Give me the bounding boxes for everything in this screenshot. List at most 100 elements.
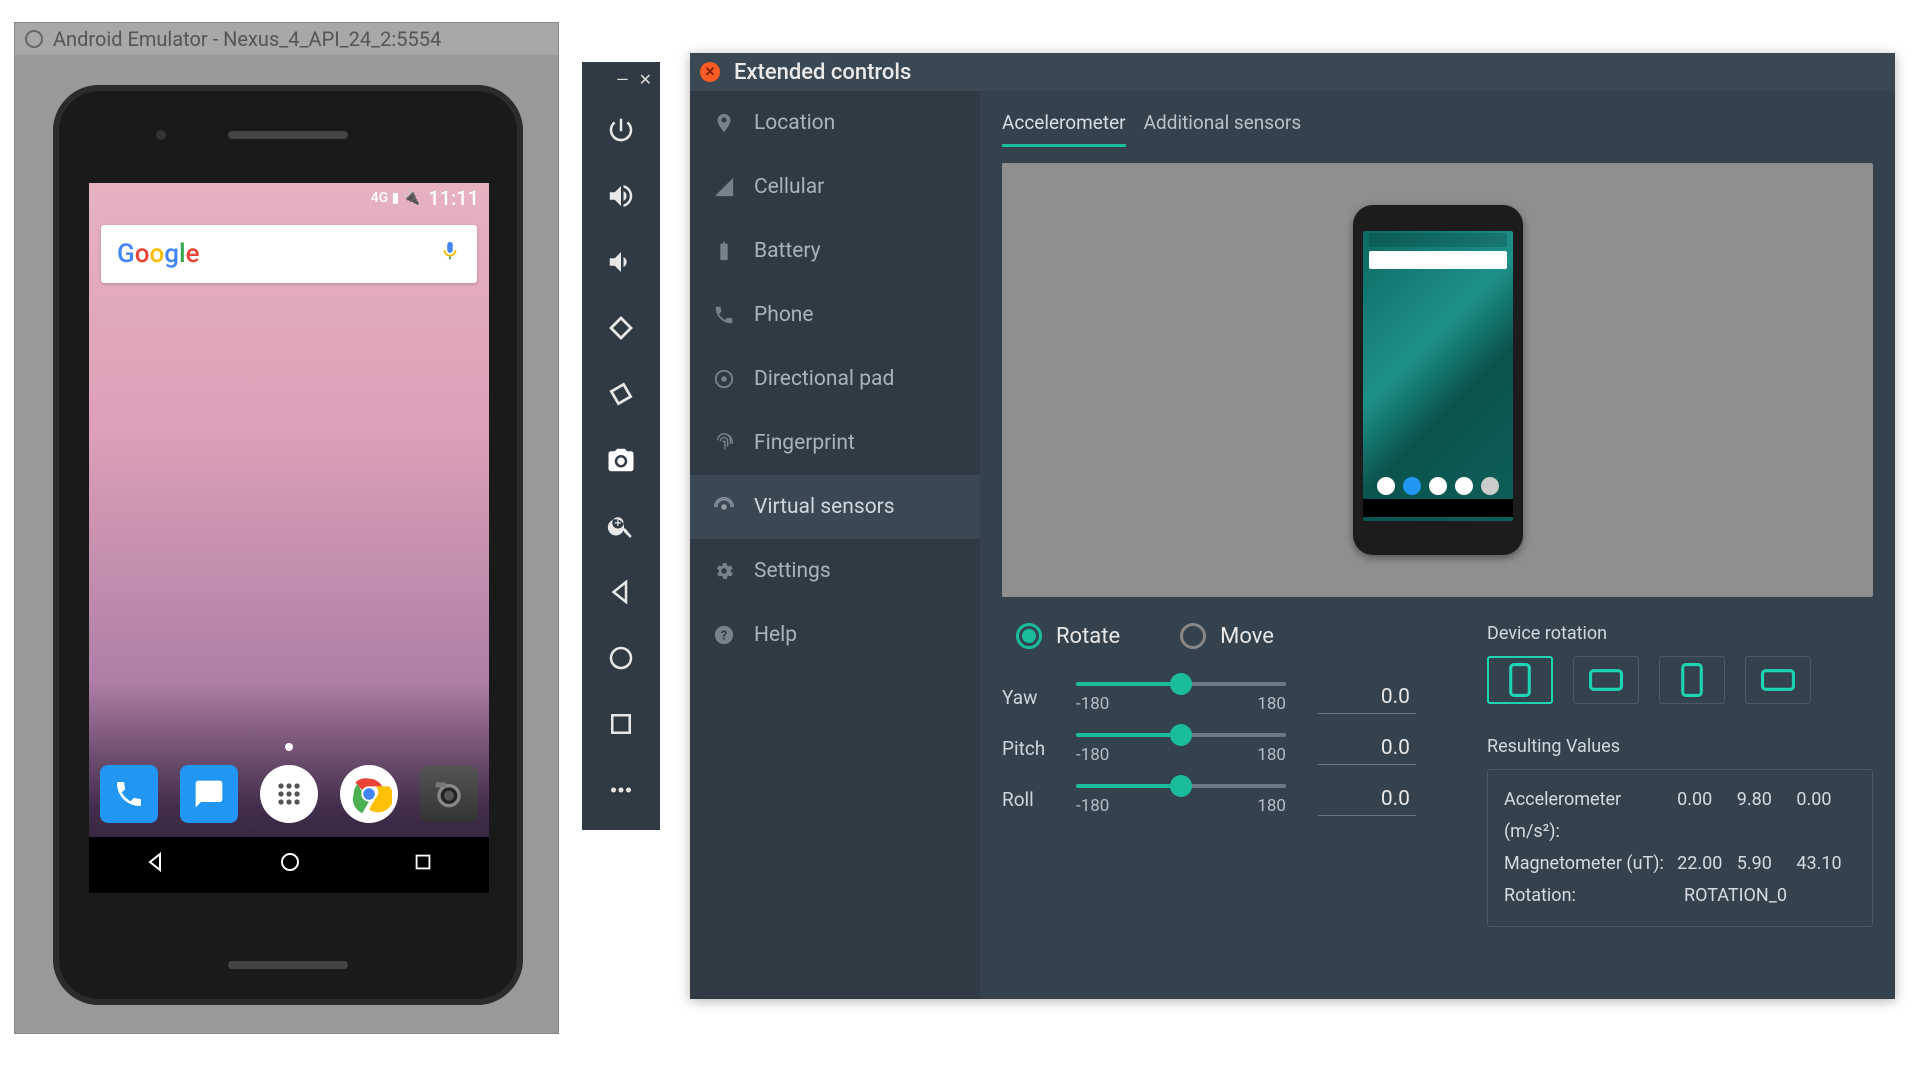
phone-screen[interactable]: 4G ▮ 🔌 11:11 Google	[89, 183, 489, 893]
sidebar-label: Phone	[754, 303, 814, 327]
sidebar-label: Directional pad	[754, 367, 894, 391]
sidebar-item-location[interactable]: Location	[690, 91, 980, 155]
screenshot-button[interactable]	[582, 427, 660, 493]
rotation-portrait-button[interactable]	[1487, 656, 1553, 704]
android-dock	[89, 765, 489, 823]
dpad-icon	[712, 367, 736, 391]
nav-recents-button[interactable]	[412, 851, 434, 879]
sidebar-item-dpad[interactable]: Directional pad	[690, 347, 980, 411]
emulator-titlebar[interactable]: Android Emulator - Nexus_4_API_24_2:5554	[15, 23, 558, 55]
sidebar-item-settings[interactable]: Settings	[690, 539, 980, 603]
minimize-button[interactable]: —	[616, 70, 629, 89]
cellular-icon	[712, 175, 736, 199]
phone-earpiece	[228, 131, 348, 139]
nav-back-button[interactable]	[144, 850, 168, 880]
pitch-slider-thumb[interactable]	[1170, 724, 1192, 746]
pitch-slider[interactable]	[1076, 733, 1286, 737]
phone-frame: 4G ▮ 🔌 11:11 Google	[53, 85, 523, 1005]
location-icon	[712, 111, 736, 135]
resulting-values-label: Resulting Values	[1487, 736, 1873, 757]
volume-up-button[interactable]	[582, 163, 660, 229]
zoom-button[interactable]	[582, 493, 660, 559]
roll-slider-thumb[interactable]	[1170, 775, 1192, 797]
yaw-slider-thumb[interactable]	[1170, 673, 1192, 695]
panel-sidebar: Location Cellular Battery Phone Directio…	[690, 91, 980, 999]
rotation-portrait-flipped-button[interactable]	[1659, 656, 1725, 704]
rotate-right-button[interactable]	[582, 361, 660, 427]
panel-title: Extended controls	[734, 60, 911, 85]
sidebar-item-help[interactable]: ? Help	[690, 603, 980, 667]
panel-close-button[interactable]: ✕	[700, 62, 720, 82]
google-logo: Google	[117, 239, 200, 269]
sensors-icon	[712, 495, 736, 519]
preview-phone-screen	[1363, 231, 1513, 521]
phone-speaker	[228, 961, 348, 969]
device-rotation-section: Device rotation Resulting Values Acceler…	[1487, 623, 1873, 927]
panel-main: Accelerometer Additional sensors Rotat	[980, 91, 1895, 999]
sidebar-label: Location	[754, 111, 835, 135]
volume-down-button[interactable]	[582, 229, 660, 295]
roll-slider[interactable]	[1076, 784, 1286, 788]
sidebar-label: Battery	[754, 239, 821, 263]
sensor-tabs: Accelerometer Additional sensors	[1002, 111, 1873, 147]
rotation-landscape-right-button[interactable]	[1745, 656, 1811, 704]
sidebar-item-phone[interactable]: Phone	[690, 283, 980, 347]
pitch-value-input[interactable]: 0.0	[1318, 732, 1416, 765]
gear-icon	[712, 559, 736, 583]
sidebar-label: Fingerprint	[754, 431, 855, 455]
sidebar-item-cellular[interactable]: Cellular	[690, 155, 980, 219]
emulator-window: Android Emulator - Nexus_4_API_24_2:5554…	[14, 22, 559, 1034]
svg-text:?: ?	[721, 629, 727, 644]
window-icon	[25, 30, 43, 48]
roll-slider-row: Roll -180180 0.0	[1002, 783, 1447, 816]
panel-titlebar[interactable]: ✕ Extended controls	[690, 53, 1895, 91]
sidebar-label: Cellular	[754, 175, 824, 199]
preview-phone[interactable]	[1353, 205, 1523, 555]
fingerprint-icon	[712, 431, 736, 455]
phone-icon	[712, 303, 736, 327]
sidebar-item-virtual-sensors[interactable]: Virtual sensors	[690, 475, 980, 539]
rotation-landscape-left-button[interactable]	[1573, 656, 1639, 704]
rotate-left-button[interactable]	[582, 295, 660, 361]
help-icon: ?	[712, 623, 736, 647]
close-button[interactable]: ✕	[639, 70, 652, 89]
camera-app-icon[interactable]	[420, 765, 478, 823]
yaw-value-input[interactable]: 0.0	[1318, 681, 1416, 714]
android-status-bar[interactable]: 4G ▮ 🔌 11:11	[89, 183, 489, 213]
messages-app-icon[interactable]	[180, 765, 238, 823]
tab-accelerometer[interactable]: Accelerometer	[1002, 111, 1126, 147]
more-button[interactable]	[582, 757, 660, 823]
sidebar-label: Settings	[754, 559, 831, 583]
chrome-app-icon[interactable]	[340, 765, 398, 823]
back-button[interactable]	[582, 559, 660, 625]
yaw-slider-row: Yaw -180180 0.0	[1002, 681, 1447, 714]
mic-icon[interactable]	[439, 240, 461, 268]
overview-button[interactable]	[582, 691, 660, 757]
roll-value-input[interactable]: 0.0	[1318, 783, 1416, 816]
emulator-title: Android Emulator - Nexus_4_API_24_2:5554	[53, 27, 441, 51]
apps-drawer-icon[interactable]	[260, 765, 318, 823]
phone-app-icon[interactable]	[100, 765, 158, 823]
tab-additional-sensors[interactable]: Additional sensors	[1144, 111, 1302, 147]
radio-unselected-icon	[1180, 623, 1206, 649]
mode-rotate-radio[interactable]: Rotate	[1016, 623, 1120, 649]
mode-move-radio[interactable]: Move	[1180, 623, 1274, 649]
yaw-label: Yaw	[1002, 686, 1076, 709]
power-button[interactable]	[582, 97, 660, 163]
status-clock: 11:11	[428, 186, 479, 210]
rotation-controls: Rotate Move Yaw -180180 0.0 Pitch	[1002, 623, 1447, 927]
device-preview[interactable]	[1002, 163, 1873, 597]
sidebar-label: Help	[754, 623, 797, 647]
roll-label: Roll	[1002, 788, 1076, 811]
sidebar-item-battery[interactable]: Battery	[690, 219, 980, 283]
yaw-slider[interactable]	[1076, 682, 1286, 686]
nav-home-button[interactable]	[278, 850, 302, 880]
sidebar-label: Virtual sensors	[754, 495, 895, 519]
page-indicator	[285, 743, 293, 751]
extended-controls-panel: ✕ Extended controls Location Cellular Ba…	[690, 53, 1895, 999]
sidebar-item-fingerprint[interactable]: Fingerprint	[690, 411, 980, 475]
device-rotation-label: Device rotation	[1487, 623, 1873, 644]
google-search-bar[interactable]: Google	[101, 225, 477, 283]
home-button[interactable]	[582, 625, 660, 691]
resulting-values-box: Accelerometer (m/s²):0.009.800.00 Magnet…	[1487, 769, 1873, 927]
